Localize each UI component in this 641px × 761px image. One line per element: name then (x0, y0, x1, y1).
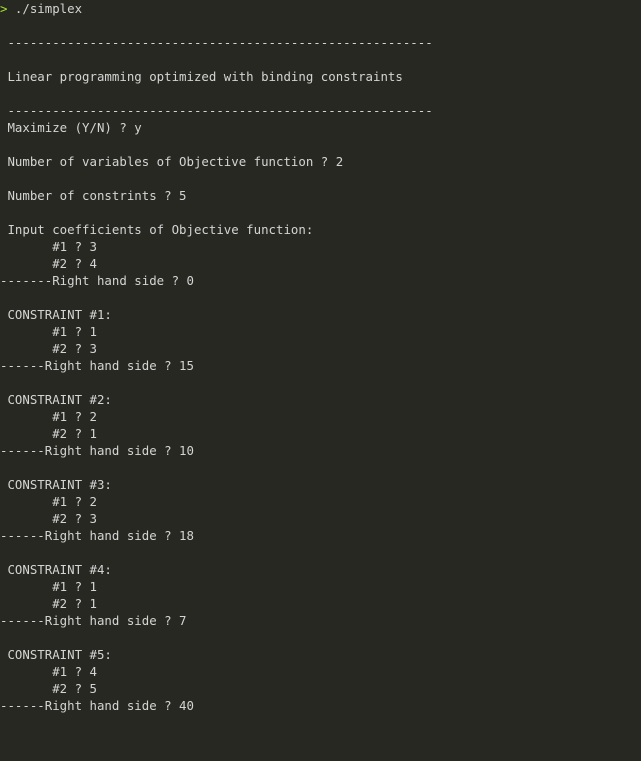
constraint-4-coef-2: #2 ? 1 (0, 596, 97, 611)
objective-coef-2: #2 ? 4 (0, 256, 97, 271)
constraint-1-header: CONSTRAINT #1: (0, 307, 112, 322)
constraint-4-coef-1: #1 ? 1 (0, 579, 97, 594)
constraint-5-coef-1: #1 ? 4 (0, 664, 97, 679)
constraint-4-header: CONSTRAINT #4: (0, 562, 112, 577)
constraint-1-coef-1: #1 ? 1 (0, 324, 97, 339)
separator-line: ----------------------------------------… (0, 103, 433, 118)
terminal-window[interactable]: > ./simplex ----------------------------… (0, 0, 641, 761)
constraints-prompt: Number of constrints ? 5 (0, 188, 187, 203)
constraint-3-coef-2: #2 ? 3 (0, 511, 97, 526)
command-text: ./simplex (7, 1, 83, 16)
objective-rhs: -------Right hand side ? 0 (0, 273, 194, 288)
constraint-4-rhs: ------Right hand side ? 7 (0, 613, 187, 628)
objective-coef-1: #1 ? 3 (0, 239, 97, 254)
constraint-2-coef-1: #1 ? 2 (0, 409, 97, 424)
constraint-2-rhs: ------Right hand side ? 10 (0, 443, 194, 458)
constraint-2-coef-2: #2 ? 1 (0, 426, 97, 441)
constraint-5-rhs: ------Right hand side ? 40 (0, 698, 194, 713)
prompt-line: > ./simplex (0, 0, 82, 17)
constraint-5-coef-2: #2 ? 5 (0, 681, 97, 696)
objective-header: Input coefficients of Objective function… (0, 222, 314, 237)
variables-prompt: Number of variables of Objective functio… (0, 154, 344, 169)
constraint-1-coef-2: #2 ? 3 (0, 341, 97, 356)
constraint-3-rhs: ------Right hand side ? 18 (0, 528, 194, 543)
constraint-5-header: CONSTRAINT #5: (0, 647, 112, 662)
constraint-3-coef-1: #1 ? 2 (0, 494, 97, 509)
program-title: Linear programming optimized with bindin… (0, 69, 403, 84)
prompt-chevron-icon: > (0, 1, 8, 16)
constraint-2-header: CONSTRAINT #2: (0, 392, 112, 407)
separator-line: ----------------------------------------… (0, 35, 433, 50)
maximize-prompt: Maximize (Y/N) ? y (0, 120, 142, 135)
constraint-3-header: CONSTRAINT #3: (0, 477, 112, 492)
constraint-1-rhs: ------Right hand side ? 15 (0, 358, 194, 373)
